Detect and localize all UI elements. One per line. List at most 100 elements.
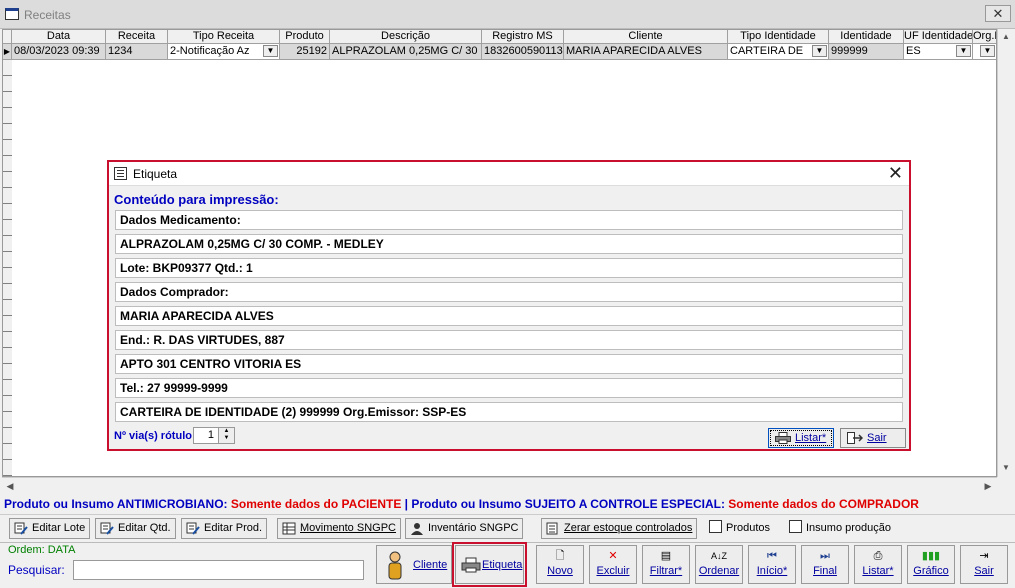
col-header-receita[interactable]: Receita xyxy=(106,30,168,43)
pesquisar-label: Pesquisar: xyxy=(8,563,65,577)
insumo-checkbox-label: Insumo produção xyxy=(806,522,891,534)
chevron-down-icon[interactable]: ▼ xyxy=(812,45,827,57)
cell-identidade[interactable]: 999999 xyxy=(829,44,904,59)
sair-button[interactable]: ⇥ Sair xyxy=(960,545,1008,584)
produtos-checkbox[interactable]: Produtos xyxy=(709,520,770,535)
clear-list-icon xyxy=(546,522,558,535)
final-button[interactable]: ⏭ Final xyxy=(801,545,849,584)
label-line-5[interactable]: MARIA APARECIDA ALVES xyxy=(115,306,903,326)
label-line-6[interactable]: End.: R. DAS VIRTUDES, 887 xyxy=(115,330,903,350)
cell-cliente[interactable]: MARIA APARECIDA ALVES xyxy=(564,44,728,59)
inicio-label: Início* xyxy=(756,565,788,577)
cell-tipo-identidade-select[interactable]: CARTEIRA DE ▼ xyxy=(728,44,829,59)
excluir-label: Excluir xyxy=(596,565,630,577)
grid-header: Data Receita Tipo Receita Produto Descri… xyxy=(3,30,996,44)
insumo-producao-checkbox[interactable]: Insumo produção xyxy=(789,520,891,535)
cell-data[interactable]: 08/03/2023 09:39 xyxy=(12,44,106,59)
scroll-right-icon[interactable]: ▶ xyxy=(980,478,996,494)
person-icon xyxy=(385,551,405,581)
cell-org-select[interactable]: ▼ xyxy=(973,44,996,59)
zerar-estoque-label: Zerar estoque controlados xyxy=(564,522,693,534)
dialog-listar-button[interactable]: Listar* xyxy=(768,428,834,448)
vias-stepper[interactable]: 1 ▲ ▼ xyxy=(193,427,235,444)
edit-icon xyxy=(186,522,200,535)
label-line-4[interactable]: Dados Comprador: xyxy=(115,282,903,302)
col-header-registro-ms[interactable]: Registro MS xyxy=(482,30,564,43)
editar-lote-label: Editar Lote xyxy=(32,522,86,534)
insumo-checkbox-box[interactable] xyxy=(789,520,802,533)
cell-registro-ms[interactable]: 1832600590113 xyxy=(482,44,564,59)
scroll-down-icon[interactable]: ▼ xyxy=(998,460,1014,476)
vias-label: Nº via(s) rótulo: xyxy=(114,430,196,442)
exit-icon xyxy=(847,432,863,444)
bar-chart-icon: ▮▮▮ xyxy=(921,550,941,562)
label-line-3[interactable]: Lote: BKP09377 Qtd.: 1 xyxy=(115,258,903,278)
cell-produto[interactable]: 25192 xyxy=(280,44,330,59)
row-indicator-icon: ▶ xyxy=(3,44,12,59)
chevron-down-icon[interactable]: ▼ xyxy=(956,45,971,57)
editar-prod-button[interactable]: Editar Prod. xyxy=(181,518,268,539)
ordenar-label: Ordenar xyxy=(698,565,740,577)
row-indicator-column xyxy=(3,60,12,476)
scroll-left-icon[interactable]: ◀ xyxy=(2,478,18,494)
stepper-arrows-icon[interactable]: ▲ ▼ xyxy=(218,428,234,443)
sair-label: Sair xyxy=(974,565,994,577)
cliente-button[interactable]: Cliente xyxy=(376,545,452,584)
window-close-button[interactable]: ✕ xyxy=(985,5,1011,22)
table-row[interactable]: ▶ 08/03/2023 09:39 1234 2-Notificação Az… xyxy=(3,44,996,60)
editar-lote-button[interactable]: Editar Lote xyxy=(9,518,91,539)
editar-prod-label: Editar Prod. xyxy=(204,522,263,534)
movimento-sngpc-button[interactable]: Movimento SNGPC xyxy=(277,518,401,539)
movimento-sngpc-label: Movimento SNGPC xyxy=(300,522,396,534)
inventario-sngpc-label: Inventário SNGPC xyxy=(428,522,519,534)
col-header-uf-identidade[interactable]: UF Identidade xyxy=(904,30,973,43)
novo-button[interactable]: 🗋 Novo xyxy=(536,545,584,584)
col-header-produto[interactable]: Produto xyxy=(280,30,330,43)
cell-uf-identidade-value: ES xyxy=(906,45,921,57)
produtos-checkbox-box[interactable] xyxy=(709,520,722,533)
filtrar-button[interactable]: ▤ Filtrar* xyxy=(642,545,690,584)
zerar-estoque-button[interactable]: Zerar estoque controlados xyxy=(541,518,698,539)
editar-qtd-label: Editar Qtd. xyxy=(118,522,171,534)
label-line-8[interactable]: Tel.: 27 99999-9999 xyxy=(115,378,903,398)
info-bar: Produto ou Insumo ANTIMICROBIANO: Soment… xyxy=(0,496,1015,513)
pesquisar-input[interactable] xyxy=(73,560,364,580)
horizontal-scrollbar[interactable]: ◀ ▶ xyxy=(2,477,997,494)
col-header-descricao[interactable]: Descrição xyxy=(330,30,482,43)
col-header-org[interactable]: Org.E xyxy=(973,30,996,43)
cell-receita[interactable]: 1234 xyxy=(106,44,168,59)
chevron-down-icon[interactable]: ▼ xyxy=(980,45,995,57)
cell-tipo-identidade-value: CARTEIRA DE xyxy=(730,45,804,57)
chevron-down-icon[interactable]: ▼ xyxy=(263,45,278,57)
window-title: Receitas xyxy=(24,8,71,22)
inventario-sngpc-button[interactable]: Inventário SNGPC xyxy=(405,518,524,539)
col-header-data[interactable]: Data xyxy=(12,30,106,43)
ordenar-button[interactable]: A↓Z Ordenar xyxy=(695,545,743,584)
info-controle-label: | Produto ou Insumo SUJEITO A CONTROLE E… xyxy=(401,497,729,511)
dialog-sair-button[interactable]: Sair xyxy=(840,428,906,448)
col-header-tipo-receita[interactable]: Tipo Receita xyxy=(168,30,280,43)
excluir-button[interactable]: ✕ Excluir xyxy=(589,545,637,584)
editar-qtd-button[interactable]: Editar Qtd. xyxy=(95,518,176,539)
label-line-2[interactable]: ALPRAZOLAM 0,25MG C/ 30 COMP. - MEDLEY xyxy=(115,234,903,254)
label-line-1[interactable]: Dados Medicamento: xyxy=(115,210,903,230)
dialog-close-icon[interactable]: ✕ xyxy=(888,163,903,183)
cell-uf-identidade-select[interactable]: ES ▼ xyxy=(904,44,973,59)
vias-value: 1 xyxy=(207,429,214,441)
etiqueta-highlight xyxy=(452,542,527,587)
listar-button[interactable]: ⎙ Listar* xyxy=(854,545,902,584)
label-line-7[interactable]: APTO 301 CENTRO VITORIA ES xyxy=(115,354,903,374)
col-header-cliente[interactable]: Cliente xyxy=(564,30,728,43)
grafico-button[interactable]: ▮▮▮ Gráfico xyxy=(907,545,955,584)
col-header-tipo-identidade[interactable]: Tipo Identidade xyxy=(728,30,829,43)
ordem-label: Ordem: DATA xyxy=(8,544,76,556)
col-header-identidade[interactable]: Identidade xyxy=(829,30,904,43)
scroll-up-icon[interactable]: ▲ xyxy=(998,29,1014,45)
label-line-9[interactable]: CARTEIRA DE IDENTIDADE (2) 999999 Org.Em… xyxy=(115,402,903,422)
inicio-button[interactable]: ⏮ Início* xyxy=(748,545,796,584)
vertical-scrollbar[interactable]: ▲ ▼ xyxy=(997,29,1013,477)
cell-tipo-receita-select[interactable]: 2-Notificação Az ▼ xyxy=(168,44,280,59)
dialog-sair-label: Sair xyxy=(867,432,887,444)
cell-descricao[interactable]: ALPRAZOLAM 0,25MG C/ 30 C xyxy=(330,44,482,59)
edit-icon xyxy=(14,522,28,535)
